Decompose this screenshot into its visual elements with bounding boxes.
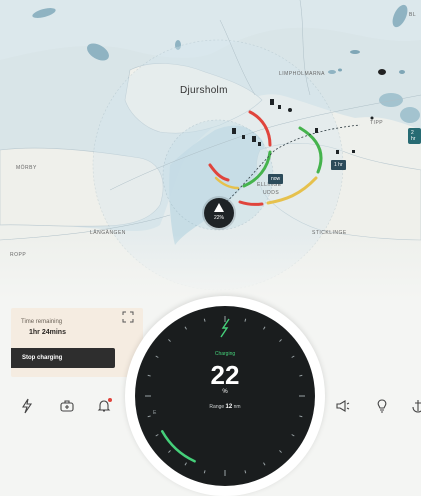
gauge-tick xyxy=(263,462,266,466)
lightning-icon[interactable] xyxy=(19,398,35,414)
gauge-tick xyxy=(184,326,187,330)
gauge-tick xyxy=(244,318,247,322)
gauge-tick xyxy=(299,415,303,418)
charge-unit: % xyxy=(222,389,228,395)
place-label-ropp: ROPP xyxy=(10,252,27,258)
charge-level-arc xyxy=(160,430,196,463)
stop-charging-button[interactable]: Stop charging xyxy=(11,348,115,368)
gauge-tick xyxy=(184,462,187,466)
place-label-langangen: LÅNGÄNGEN xyxy=(90,230,126,236)
gauge-tick xyxy=(168,450,171,453)
eta-badge-now[interactable]: now xyxy=(268,174,284,184)
boat-battery-label: 22% xyxy=(213,215,224,221)
gauge-tick xyxy=(168,339,171,342)
place-label-bl: BL xyxy=(409,12,417,18)
gauge-tick xyxy=(203,318,206,322)
place-label-djursholm: Djursholm xyxy=(180,85,228,96)
gauge-tick xyxy=(279,339,282,342)
bell-icon[interactable] xyxy=(96,398,112,414)
charging-status: Charging xyxy=(214,351,236,357)
battery-gauge[interactable]: E Charging 22 % Range 12 nm xyxy=(125,296,325,496)
eta-badge-1hr[interactable]: 1 hr xyxy=(331,160,346,170)
gauge-ticks: E xyxy=(145,316,305,476)
notification-dot xyxy=(108,398,112,402)
time-remaining-label: Time remaining xyxy=(21,319,63,325)
eta-badge-2hr[interactable]: 2 hr xyxy=(408,128,421,144)
gauge-tick xyxy=(291,434,295,437)
boat-heading-icon xyxy=(214,203,224,212)
gauge-tick xyxy=(147,415,151,418)
chart-map[interactable]: Djursholm LIMPHOLMARNA MÖRBY LÅNGÄNGEN S… xyxy=(0,0,421,300)
expand-icon[interactable] xyxy=(122,310,134,323)
time-remaining-value: 1hr 24mins xyxy=(29,329,66,336)
empty-marker: E xyxy=(153,410,157,416)
range-label: Range xyxy=(209,404,225,410)
gauge-tick xyxy=(203,470,206,474)
gauge-tick xyxy=(263,326,266,330)
gauge-tick xyxy=(279,450,282,453)
place-label-sticklinge: STICKLINGE xyxy=(312,230,347,236)
range-readout: Range 12 nm xyxy=(125,404,325,410)
gauge-tick xyxy=(155,434,159,437)
map-canvas[interactable] xyxy=(0,0,421,300)
range-value: 12 xyxy=(225,404,233,410)
place-label-morby: MÖRBY xyxy=(16,165,37,171)
gauge-tick xyxy=(244,470,247,474)
place-label-udds: UDDS xyxy=(263,190,280,196)
anchor-icon[interactable] xyxy=(410,398,421,414)
battery-icon[interactable] xyxy=(59,398,75,414)
boat-position-marker[interactable]: 22% xyxy=(204,198,234,228)
horn-icon[interactable] xyxy=(335,398,351,414)
place-label-limhamnsarna: LIMPHOLMARNA xyxy=(279,71,326,77)
charge-percent: 22 xyxy=(210,360,240,390)
range-unit: nm xyxy=(233,404,241,410)
light-bulb-icon[interactable] xyxy=(374,398,390,414)
place-label-tipp: TIPP xyxy=(370,120,384,126)
